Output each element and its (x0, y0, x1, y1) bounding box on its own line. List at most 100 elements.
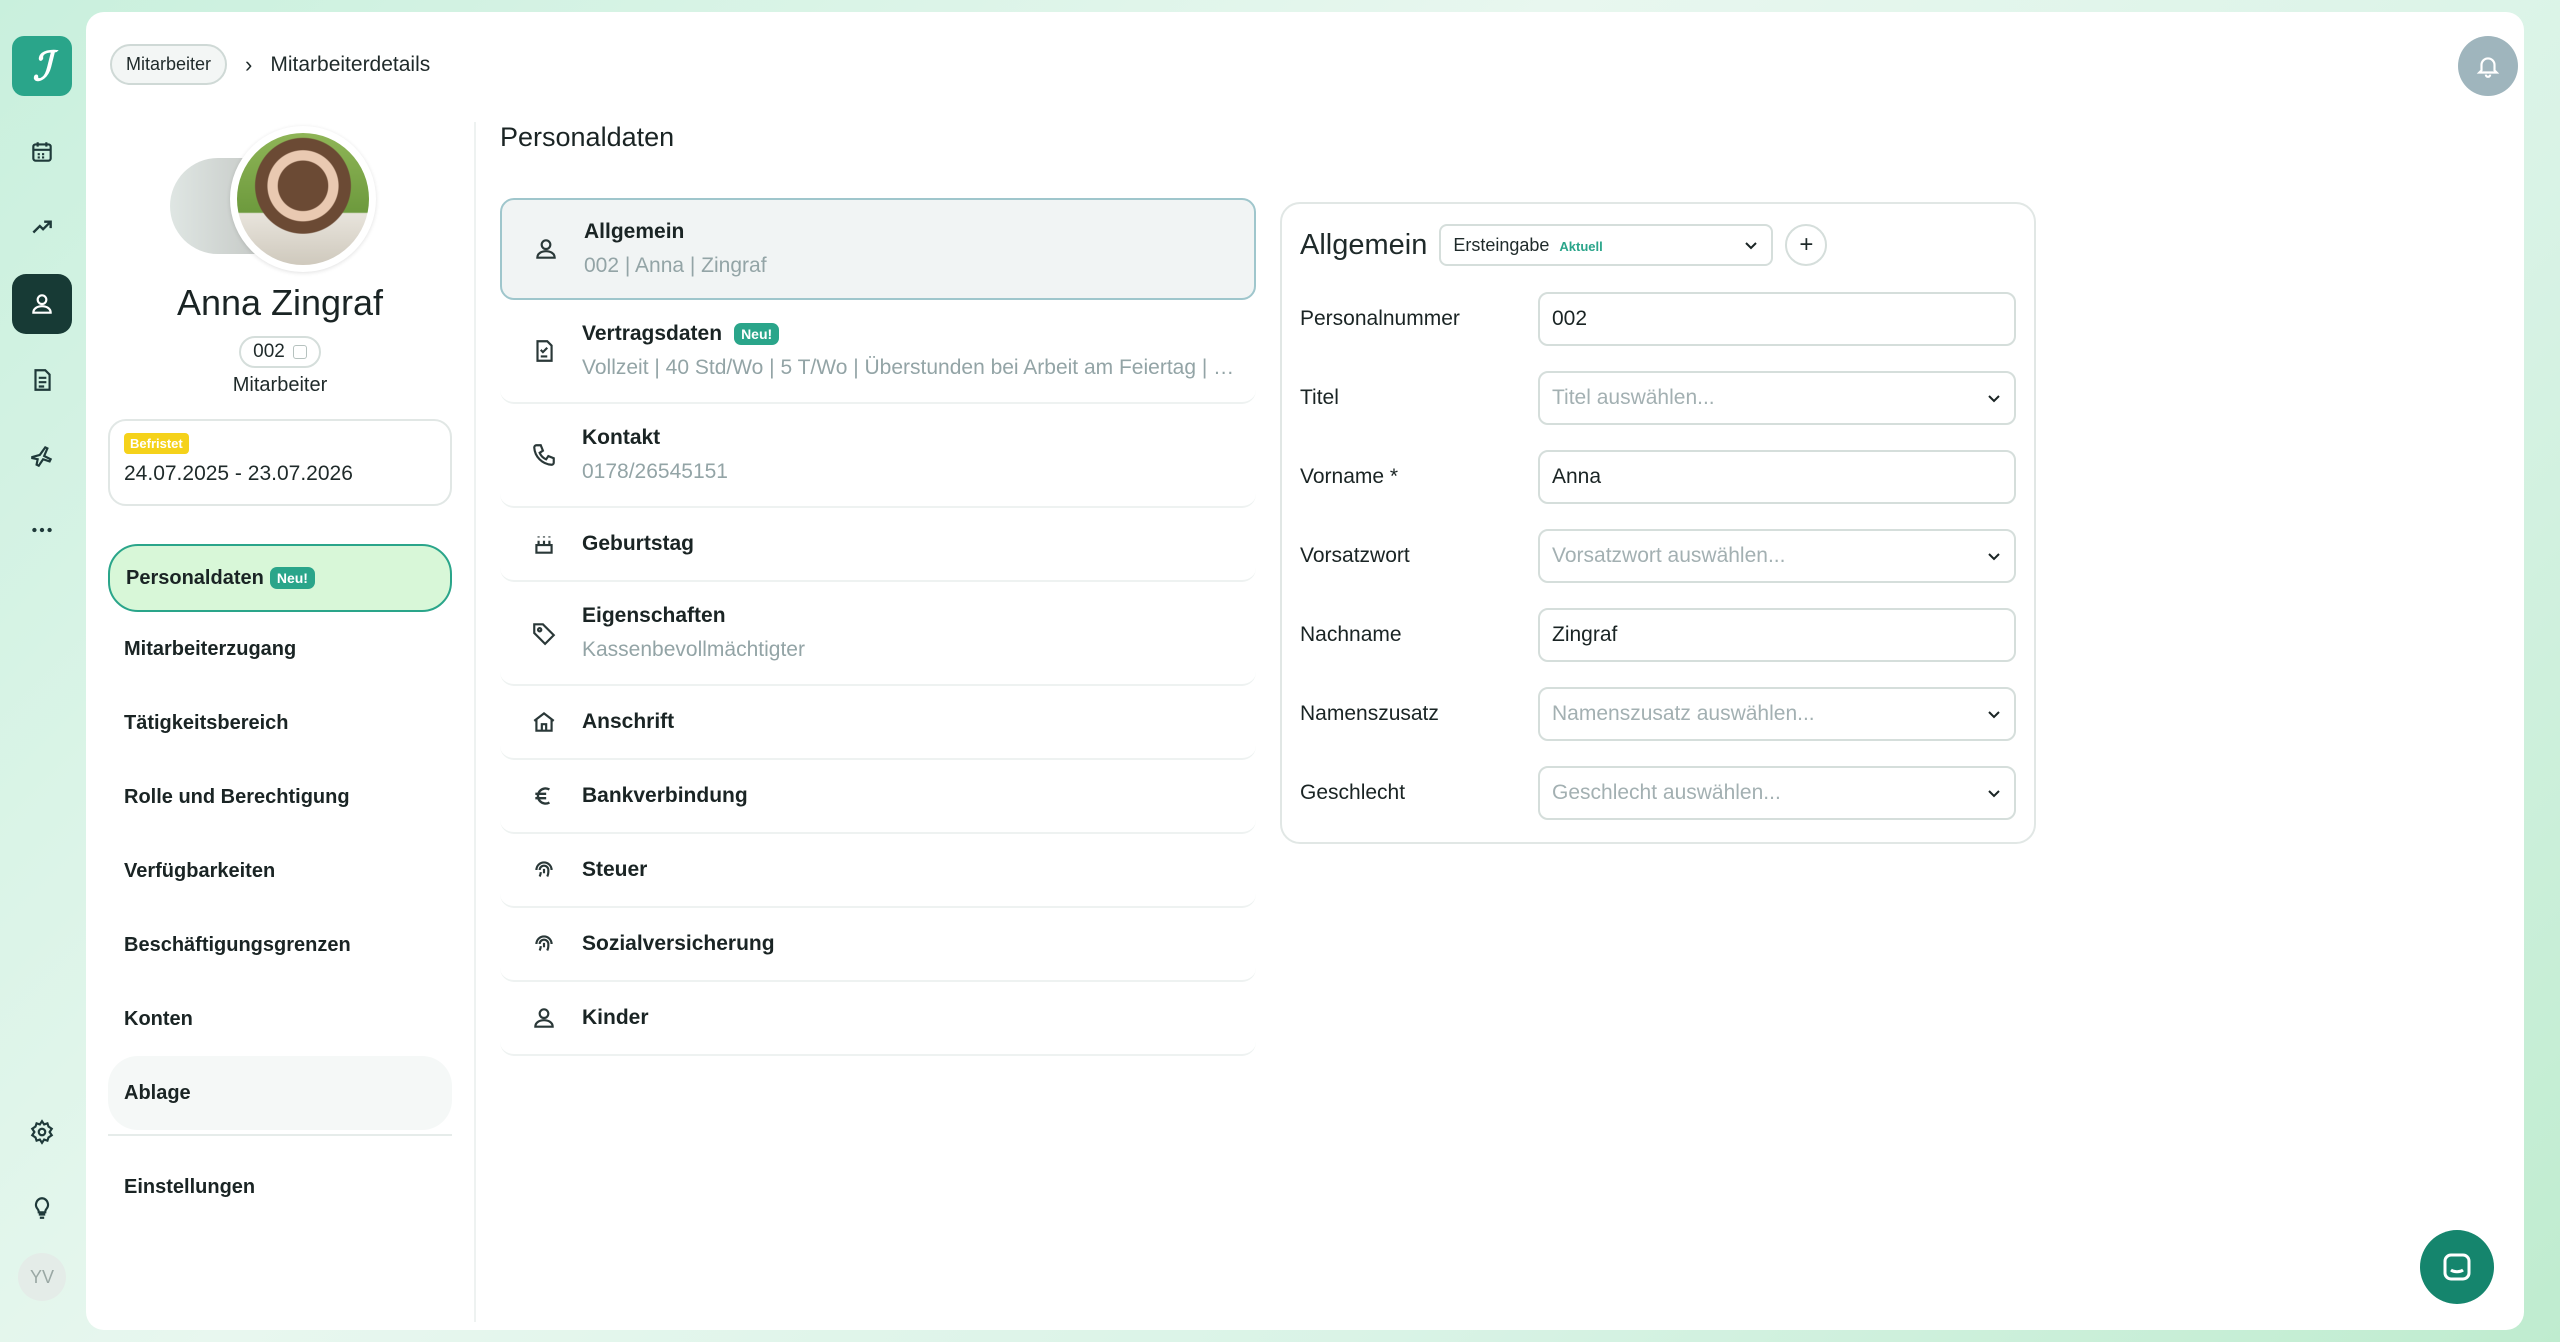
category-title: Eigenschaften (582, 604, 726, 627)
menu-item-taetigkeitsbereich[interactable]: Tätigkeitsbereich (108, 686, 452, 760)
category-subtitle: Kassenbevollmächtigter (582, 638, 805, 661)
notification-bell-icon[interactable] (2458, 36, 2518, 96)
breadcrumb-current: Mitarbeiterdetails (270, 52, 431, 76)
nachname-input[interactable]: Zingraf (1538, 608, 2016, 662)
category-eigenschaften[interactable]: Eigenschaften Kassenbevollmächtigter (500, 582, 1256, 686)
contract-dates: 24.07.2025 - 23.07.2026 (124, 462, 353, 485)
field-label: Geschlecht (1300, 781, 1406, 804)
category-vertragsdaten[interactable]: Vertragsdaten Neu! Vollzeit | 40 Std/Wo | … (500, 300, 1256, 404)
menu-item-label: Ablage (124, 1081, 191, 1104)
personalnummer-input[interactable]: 002 (1538, 292, 2016, 346)
employee-role: Mitarbeiter (232, 374, 328, 396)
version-status: Aktuell (1559, 238, 1603, 254)
panel-divider (474, 122, 476, 1322)
vorname-input[interactable]: Anna (1538, 450, 2016, 504)
category-subtitle: 002 | Anna | Zingraf (584, 254, 767, 277)
menu-item-label: Mitarbeiterzugang (124, 637, 297, 660)
breadcrumb: Mitarbeiter › Mitarbeiterdetails (110, 44, 430, 85)
user-avatar[interactable]: YV (18, 1253, 66, 1301)
copy-icon[interactable] (292, 345, 307, 359)
menu-item-ablage[interactable]: Ablage (108, 1056, 452, 1130)
contract-card: Befristet 24.07.2025 - 23.07.2026 (108, 419, 452, 506)
category-title: Anschrift (582, 710, 675, 733)
vorsatzwort-select[interactable]: Vorsatzwort auswählen... (1538, 529, 2016, 583)
category-kinder[interactable]: Kinder (500, 982, 1256, 1056)
app-logo[interactable]: ℐ (12, 36, 72, 96)
field-value: Zingraf (1552, 623, 1618, 646)
user-icon[interactable] (12, 274, 72, 334)
main-panel: Mitarbeiter › Mitarbeiterdetails Anna Zi… (86, 12, 2524, 1330)
field-label: Vorsatzwort (1300, 544, 1410, 567)
menu-item-beschaeftigungsgrenzen[interactable]: Beschäftigungsgrenzen (108, 908, 452, 982)
category-title: Kinder (582, 1006, 649, 1029)
add-version-button[interactable]: + (1785, 224, 1828, 266)
tag-icon (530, 619, 558, 647)
menu-item-konten[interactable]: Konten (108, 982, 452, 1056)
gear-icon[interactable] (12, 1102, 72, 1162)
category-kontakt[interactable]: Kontakt 0178/26545151 (500, 404, 1256, 508)
profile-avatar[interactable] (230, 126, 376, 272)
category-sozialversicherung[interactable]: Sozialversicherung (500, 908, 1256, 982)
phone-icon (530, 441, 558, 469)
employee-name: Anna Zingraf (176, 282, 384, 323)
category-title: Bankverbindung (582, 784, 748, 807)
contract-status-badge: Befristet (124, 433, 189, 454)
titel-select[interactable]: Titel auswählen... (1538, 371, 2016, 425)
geschlecht-select[interactable]: Geschlecht auswählen... (1538, 766, 2016, 820)
menu-item-label: Verfügbarkeiten (124, 859, 276, 882)
menu-item-label: Personaldaten (126, 566, 264, 589)
fingerprint-icon (530, 930, 558, 958)
menu-item-label: Konten (124, 1007, 193, 1030)
category-allgemein[interactable]: Allgemein 002 | Anna | Zingraf (500, 198, 1256, 300)
employee-id-badge[interactable]: 002 (239, 336, 321, 368)
menu-item-label: Tätigkeitsbereich (124, 711, 289, 734)
category-anschrift[interactable]: Anschrift (500, 686, 1256, 760)
field-label: Titel (1300, 386, 1339, 409)
menu-item-mitarbeiterzugang[interactable]: Mitarbeiterzugang (108, 612, 452, 686)
field-placeholder: Geschlecht auswählen... (1552, 781, 1781, 804)
trend-icon[interactable] (12, 196, 72, 256)
category-title: Sozialversicherung (582, 932, 775, 955)
section-title: Personaldaten (500, 122, 675, 152)
more-icon[interactable] (12, 500, 72, 560)
menu-item-label: Beschäftigungsgrenzen (124, 933, 351, 956)
menu-item-rolle[interactable]: Rolle und Berechtigung (108, 760, 452, 834)
form-title: Allgemein (1300, 228, 1428, 261)
cake-icon (530, 530, 558, 558)
menu-divider (108, 1134, 452, 1136)
menu-item-label: Rolle und Berechtigung (124, 785, 350, 808)
category-bankverbindung[interactable]: Bankverbindung (500, 760, 1256, 834)
chevron-down-icon (1988, 711, 2000, 719)
category-steuer[interactable]: Steuer (500, 834, 1256, 908)
euro-icon (530, 782, 558, 810)
profile-photo-area (108, 122, 452, 272)
category-subtitle: 0178/26545151 (582, 460, 728, 483)
category-title: Kontakt (582, 426, 661, 449)
category-geburtstag[interactable]: Geburtstag (500, 508, 1256, 582)
menu-item-einstellungen[interactable]: Einstellungen (108, 1150, 452, 1224)
category-title: Vertragsdaten (582, 322, 723, 345)
bulb-icon[interactable] (12, 1178, 72, 1238)
document-icon[interactable] (12, 350, 72, 410)
app-rail: ℐ YV (0, 0, 86, 1342)
chevron-down-icon (1745, 242, 1758, 250)
plane-icon[interactable] (12, 426, 72, 486)
field-label: Vorname * (1300, 465, 1399, 488)
chevron-down-icon (1988, 395, 2000, 403)
version-select[interactable]: Ersteingabe Aktuell (1439, 224, 1774, 266)
breadcrumb-parent[interactable]: Mitarbeiter (110, 44, 228, 85)
user-icon (532, 235, 560, 263)
calendar-icon[interactable] (12, 122, 72, 182)
employee-id: 002 (253, 341, 285, 362)
chat-launcher-icon[interactable] (2420, 1230, 2494, 1304)
field-value: Anna (1552, 465, 1602, 488)
namenszusatz-select[interactable]: Namenszusatz auswählen... (1538, 687, 2016, 741)
menu-item-verfuegbarkeiten[interactable]: Verfügbarkeiten (108, 834, 452, 908)
profile-menu: Personaldaten Neu! Mitarbeiterzugang Tät… (108, 544, 452, 1224)
field-value: 002 (1552, 307, 1588, 330)
profile-panel: Anna Zingraf 002 Mitarbeiter Befristet 2… (108, 122, 452, 1224)
new-badge: Neu! (734, 323, 780, 345)
menu-item-personaldaten[interactable]: Personaldaten Neu! (108, 544, 452, 612)
chevron-down-icon (1988, 553, 2000, 561)
category-subtitle: Vollzeit | 40 Std/Wo | 5 T/Wo | Überstun… (582, 356, 1240, 379)
